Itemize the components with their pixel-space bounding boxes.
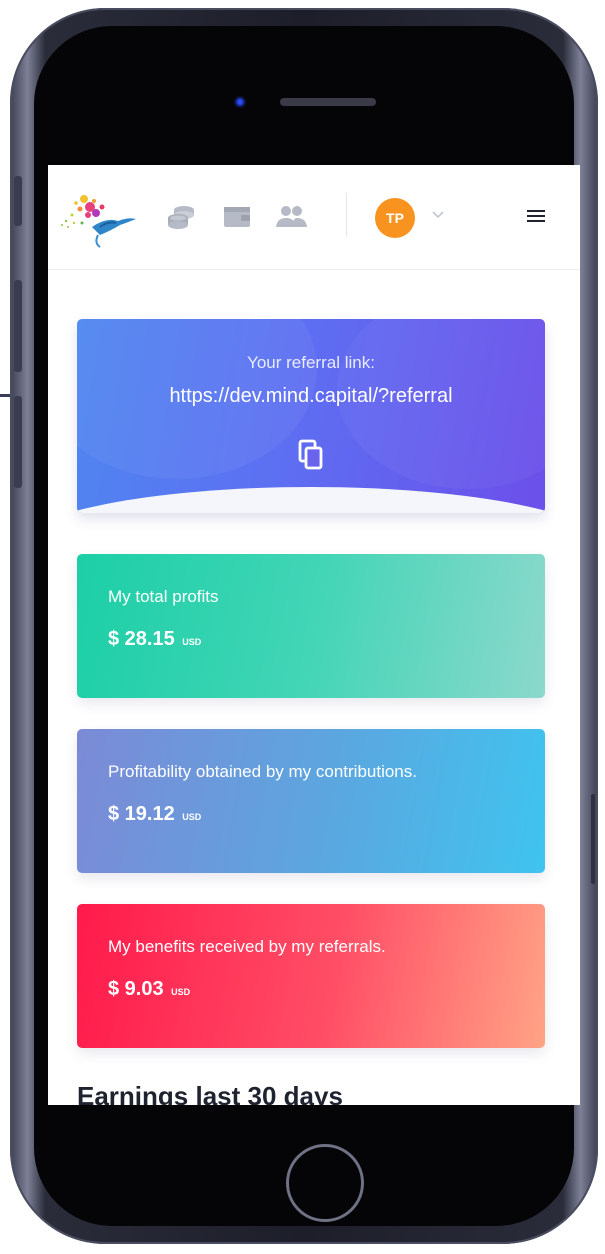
referral-benefits-card: My benefits received by my referrals. $ … — [77, 904, 545, 1048]
card-wave-shape — [77, 487, 545, 513]
front-camera — [234, 96, 246, 108]
stat-label: My benefits received by my referrals. — [108, 937, 386, 956]
stat-amount: $ 19.12 — [108, 803, 175, 825]
currency-label: USD — [182, 637, 202, 647]
wallet-icon[interactable] — [220, 201, 254, 231]
total-profits-card: My total profits $ 28.15 USD — [77, 554, 545, 698]
home-button — [286, 1144, 364, 1222]
referral-title: Your referral link: — [247, 353, 375, 372]
stat-value: $ 9.03 USD — [108, 978, 190, 1001]
stat-value: $ 19.12 USD — [108, 803, 201, 826]
volume-down-button — [14, 396, 22, 488]
hamburger-menu-icon[interactable] — [526, 207, 546, 225]
top-navbar: TP — [48, 165, 580, 270]
volume-up-button — [14, 280, 22, 372]
stat-amount: $ 9.03 — [108, 978, 164, 1000]
referral-link-text[interactable]: https://dev.mind.capital/?referral — [77, 385, 545, 408]
currency-label: USD — [182, 812, 202, 822]
avatar[interactable]: TP — [375, 198, 415, 238]
stat-label: My total profits — [108, 587, 219, 606]
hummingbird-logo[interactable] — [58, 187, 148, 249]
earpiece-speaker — [280, 98, 376, 106]
coins-icon[interactable] — [164, 201, 198, 231]
referral-link-card: Your referral link: https://dev.mind.cap… — [77, 319, 545, 513]
stat-value: $ 28.15 USD — [108, 628, 201, 651]
stat-label: Profitability obtained by my contributio… — [108, 762, 417, 781]
users-icon[interactable] — [274, 201, 308, 231]
currency-label: USD — [171, 987, 191, 997]
nav-divider — [346, 193, 347, 237]
mute-switch — [14, 176, 22, 226]
contributions-profit-card: Profitability obtained by my contributio… — [77, 729, 545, 873]
copy-icon[interactable] — [296, 439, 326, 471]
chevron-down-icon[interactable] — [430, 209, 446, 221]
earnings-section-title: Earnings last 30 days — [77, 1081, 343, 1105]
power-button — [591, 794, 595, 884]
app-screen: TP Your referral link: https://dev.mind.… — [48, 165, 580, 1105]
stat-amount: $ 28.15 — [108, 628, 175, 650]
